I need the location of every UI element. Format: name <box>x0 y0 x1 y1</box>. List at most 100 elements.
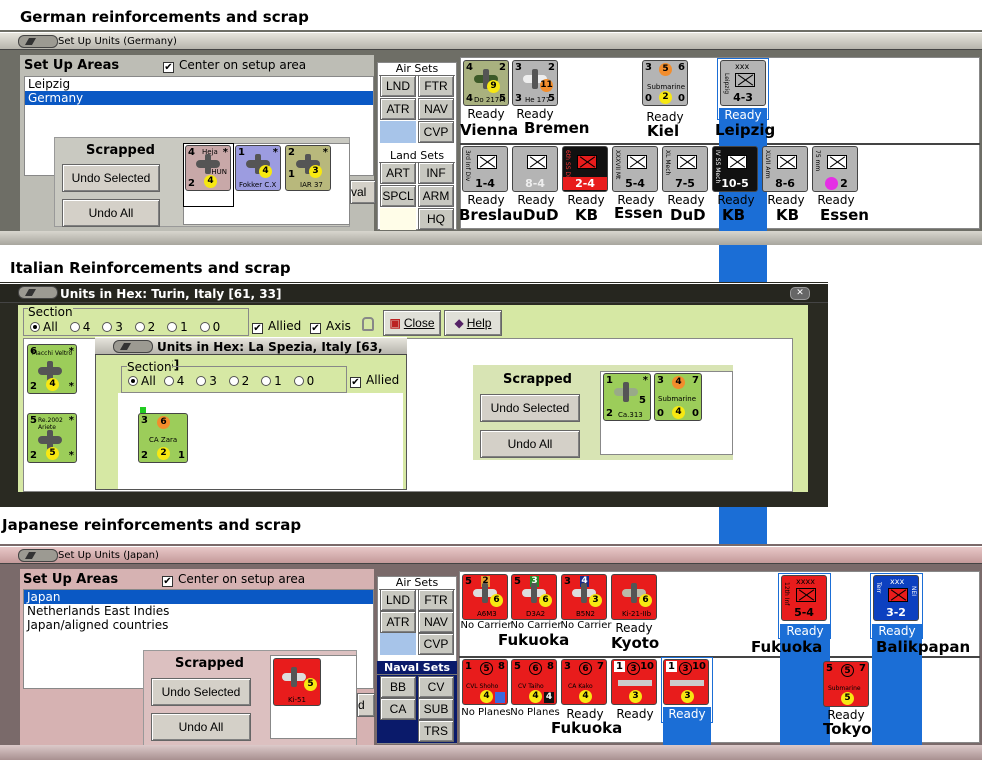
inner-section-radio-group[interactable]: All 4 3 2 1 0 <box>128 374 314 388</box>
unit-terr-nei[interactable]: xxx Terr NEI 3-2 <box>873 575 919 621</box>
undo-selected-button[interactable]: Undo Selected <box>151 678 251 706</box>
japanese-window-titlebar[interactable]: Set Up Units (Japan) <box>0 546 982 564</box>
land-unit[interactable]: 75 mm 2 <box>812 146 858 192</box>
naval-button-partial[interactable]: val <box>350 180 376 204</box>
land-unit[interactable]: XL Mech 7-5 <box>662 146 708 192</box>
undo-selected-button[interactable]: Undo Selected <box>62 164 160 192</box>
unit-value-dot: 5 <box>46 447 59 460</box>
unit-d3a2[interactable]: 5 3 6 D3A2 <box>511 574 557 620</box>
center-on-setup-checkbox[interactable]: ✔ Center on setup area <box>162 572 305 587</box>
radio-2[interactable] <box>228 376 239 386</box>
unit-leipzig-hq[interactable]: xxx Leipzig 4-3 <box>720 60 766 106</box>
unit-a6m3[interactable]: 5 2 6 A6M3 <box>462 574 508 620</box>
land-unit[interactable]: 3rd Inf Div 1-4 <box>462 146 508 192</box>
cv-button[interactable]: CV <box>418 676 454 698</box>
window-menu-icon[interactable] <box>18 286 58 299</box>
art-button[interactable]: ART <box>380 162 416 184</box>
unit-do217m[interactable]: 42 9 45 Do 217M <box>463 60 509 106</box>
allied-checkbox[interactable]: ✔ Allied <box>252 319 301 334</box>
radio-all[interactable] <box>128 376 138 386</box>
unit-ca-zara[interactable]: 3 6 CA Zara 2 2 1 <box>138 413 188 463</box>
radio-all[interactable] <box>30 322 40 332</box>
nav-button[interactable]: NAV <box>418 98 454 120</box>
unit-re2002-ariete[interactable]: 5 * Re.2002 Ariete 2 5 * <box>27 413 77 463</box>
option-label: 4 <box>82 320 91 334</box>
option-label: 3 <box>209 374 217 388</box>
unit-cv-taiho[interactable]: 5 6 8 CV Taiho 4 4 <box>511 659 557 705</box>
unit-cvl-shoho[interactable]: 1 5 8 CVL Shoho 4 <box>462 659 508 705</box>
spcl-button[interactable]: SPCL <box>380 185 416 207</box>
naval-button-partial[interactable]: d <box>357 693 375 717</box>
hq-button[interactable]: HQ <box>418 208 454 230</box>
unit-macchi-veltro[interactable]: 6 * Macchi Veltro 2 4 * <box>27 344 77 394</box>
unit-ki21[interactable]: 6 Ki-21-IIb <box>611 574 657 620</box>
unit-he177[interactable]: 32 11 35 He 177 <box>512 60 558 106</box>
undo-selected-button[interactable]: Undo Selected <box>480 394 580 422</box>
unit-submarine[interactable]: 3 5 6 Submarine 0 2 0 <box>642 60 688 106</box>
close-button[interactable]: ▣ Close <box>383 310 441 336</box>
radio-4[interactable] <box>163 376 174 386</box>
scrap-unit-ca313[interactable]: 1 * 5 2 Ca.313 <box>603 373 651 421</box>
axis-checkbox[interactable]: ✔ Axis <box>310 319 351 334</box>
window-menu-icon[interactable] <box>18 549 58 562</box>
land-unit[interactable]: 6th SS Div 2-4 <box>562 146 608 192</box>
unit-value-dot: 5 <box>304 678 317 691</box>
italian-window-titlebar[interactable]: Units in Hex: Turin, Italy [61, 33] ✕ <box>0 283 828 303</box>
inf-button[interactable]: INF <box>418 162 454 184</box>
undo-all-button[interactable]: Undo All <box>151 713 251 741</box>
nav-button[interactable]: NAV <box>418 611 454 633</box>
sub-button[interactable]: SUB <box>418 698 454 720</box>
list-item[interactable]: Netherlands East Indies <box>24 604 373 618</box>
ca-button[interactable]: CA <box>380 698 416 720</box>
list-item-selected[interactable]: Japan <box>24 590 373 604</box>
land-unit[interactable]: IV SS Mech 10-5 <box>712 146 758 192</box>
radio-3[interactable] <box>102 322 113 332</box>
radio-0[interactable] <box>199 322 210 332</box>
radio-1[interactable] <box>261 376 272 386</box>
ftr-button[interactable]: FTR <box>418 589 454 611</box>
cvp-button[interactable]: CVP <box>418 633 454 655</box>
arm-button[interactable]: ARM <box>418 185 454 207</box>
undo-all-button[interactable]: Undo All <box>62 199 160 227</box>
cvp-button[interactable]: CVP <box>418 121 454 143</box>
unit-ca-kako[interactable]: 3 6 7 CA Kako 4 <box>561 659 607 705</box>
scrap-unit-fokker[interactable]: 1 * 4 Fokker C.X <box>235 145 281 191</box>
radio-4[interactable] <box>69 322 80 332</box>
radio-2[interactable] <box>134 322 145 332</box>
undo-all-button[interactable]: Undo All <box>480 430 580 458</box>
window-menu-icon[interactable] <box>113 340 153 353</box>
ftr-button[interactable]: FTR <box>418 75 454 97</box>
center-on-setup-checkbox[interactable]: ✔ Center on setup area <box>163 58 306 73</box>
scrap-unit-heja[interactable]: 4 * Heja HUN 2 4 <box>185 145 231 191</box>
bb-button[interactable]: BB <box>380 676 416 698</box>
unit-transport-selected[interactable]: 1 3 10 3 <box>663 659 709 705</box>
unit-submarine[interactable]: 5 5 7 Submarine 5 <box>823 661 869 707</box>
list-item-selected[interactable]: Germany <box>25 91 373 105</box>
scrap-unit-iar37[interactable]: 2 * 3 1 IAR 37 <box>285 145 331 191</box>
allied-checkbox[interactable]: ✔ Allied <box>350 373 399 388</box>
window-menu-icon[interactable] <box>18 35 58 48</box>
close-window-icon[interactable]: ✕ <box>790 287 810 300</box>
unit-transport[interactable]: 1 3 10 3 <box>611 659 657 705</box>
trs-button[interactable]: TRS <box>418 720 454 742</box>
section-radio-group[interactable]: All 4 3 2 1 0 <box>30 320 220 334</box>
lnd-button[interactable]: LND <box>380 75 416 97</box>
unit-12th-inf[interactable]: xxxx 12th Inf 5-4 <box>781 575 827 621</box>
radio-0[interactable] <box>293 376 304 386</box>
radio-3[interactable] <box>196 376 207 386</box>
scrap-unit-ki51[interactable]: 5 Ki-51 <box>273 658 321 706</box>
atr-button[interactable]: ATR <box>380 611 416 633</box>
land-unit[interactable]: XLVII Arm 8-6 <box>762 146 808 192</box>
lnd-button[interactable]: LND <box>380 589 416 611</box>
radio-1[interactable] <box>167 322 178 332</box>
unit-b5n2[interactable]: 3 4 3 B5N2 <box>561 574 607 620</box>
list-item[interactable]: Japan/aligned countries <box>24 618 373 632</box>
inner-window-titlebar[interactable]: Units in Hex: La Spezia, Italy [63, 35] <box>95 337 407 372</box>
land-unit[interactable]: XXXVII Mt 5-4 <box>612 146 658 192</box>
help-button[interactable]: ◆ Help <box>444 310 502 336</box>
atr-button[interactable]: ATR <box>380 98 416 120</box>
scrap-unit-submarine[interactable]: 3 4 7 Submarine 0 4 0 <box>654 373 702 421</box>
list-item[interactable]: Leipzig <box>25 77 373 91</box>
land-unit[interactable]: 8-4 <box>512 146 558 192</box>
german-window-titlebar[interactable]: Set Up Units (Germany) <box>0 32 982 50</box>
